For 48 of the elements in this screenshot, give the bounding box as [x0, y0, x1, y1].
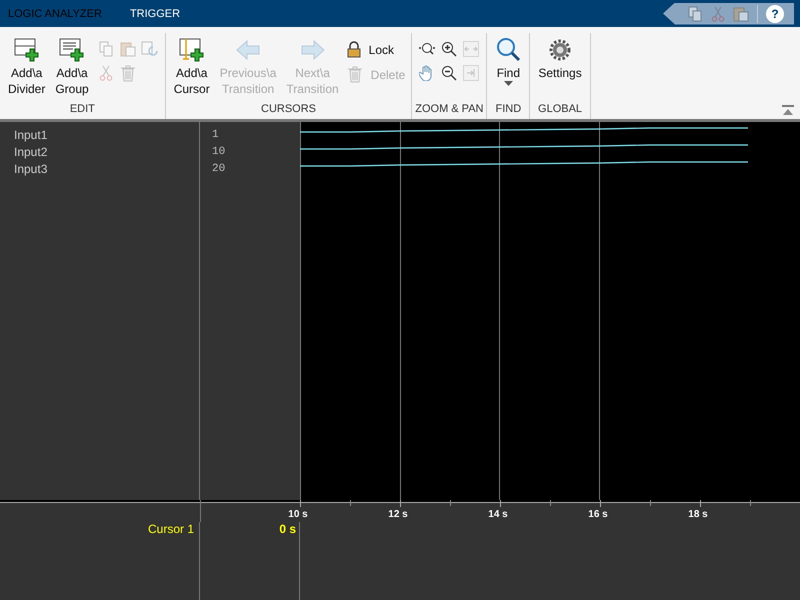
signal-name[interactable]: Input1 [0, 127, 199, 144]
section-label: CURSORS [260, 103, 318, 117]
scissors-icon [711, 6, 725, 22]
clipboard-icon [733, 6, 749, 22]
tick-label: 14 s [488, 509, 508, 520]
zoom-fit-icon [418, 41, 436, 57]
section-label: GLOBAL [537, 103, 584, 117]
cursor-label: Cursor 1 [148, 522, 194, 536]
fit-width-icon [463, 41, 480, 57]
tick-label: 10 s [288, 509, 308, 520]
help-button[interactable]: ? [766, 4, 784, 22]
clipboard-icon [120, 41, 136, 57]
signal-value: 10 [211, 145, 226, 160]
toolstrip-button[interactable]: Settings [534, 33, 586, 103]
cursor-time: 0 s [279, 522, 296, 536]
ribbon-tab[interactable]: TRIGGER [128, 0, 206, 27]
trash-icon [346, 66, 363, 83]
search-icon [495, 37, 522, 63]
scissors-icon [98, 65, 113, 81]
settings-icon [548, 38, 572, 62]
toolstrip-button[interactable]: Find [491, 33, 526, 103]
signal-value: 20 [211, 162, 226, 177]
toolstrip-button[interactable]: Add\a Divider [4, 33, 50, 103]
padlock-icon [346, 41, 361, 58]
toolstrip-button[interactable]: Lock [344, 39, 408, 60]
copy-icon [98, 41, 114, 57]
section-label: EDIT [68, 103, 96, 117]
divider-plus-icon [14, 37, 40, 63]
undo-icon [140, 41, 159, 57]
signal-value: 1 [211, 128, 220, 143]
tick-label: 18 s [688, 509, 708, 520]
right-arrow-icon [300, 37, 326, 63]
toolstrip-button[interactable]: Add\a Cursor [170, 33, 214, 103]
tick-label: 12 s [388, 509, 408, 520]
zoom-in-icon [441, 41, 458, 57]
cursor-plus-icon [178, 37, 205, 63]
left-arrow-icon [235, 37, 262, 63]
signal-name[interactable]: Input2 [0, 144, 199, 161]
document-plus-icon [59, 37, 86, 63]
section-label: ZOOM & PAN [414, 103, 484, 117]
tick-label: 16 s [588, 509, 608, 520]
toolstrip-button[interactable]: Add\a Group [51, 33, 93, 103]
signal-name[interactable]: Input3 [0, 161, 199, 178]
trash-icon [120, 64, 136, 82]
copy-icon [687, 6, 703, 22]
collapse-icon[interactable] [782, 105, 794, 115]
zoom-out-icon [441, 65, 458, 81]
section-label: FIND [494, 103, 522, 117]
